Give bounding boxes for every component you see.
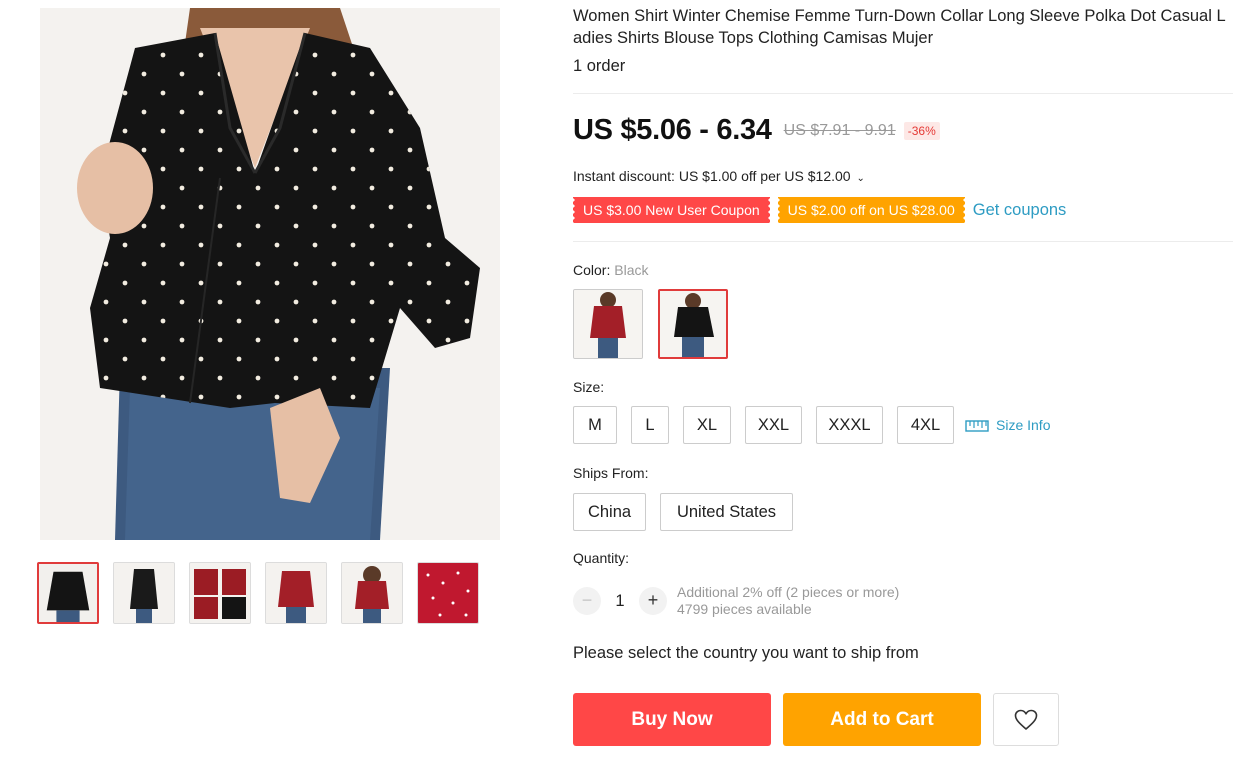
quantity-info: Additional 2% off (2 pieces or more) 479… [677,584,899,618]
buy-now-button[interactable]: Buy Now [573,693,771,746]
ship-from-notice: Please select the country you want to sh… [573,644,919,662]
size-option-l[interactable]: L [631,406,669,444]
quantity-input[interactable]: 1 [601,592,639,611]
color-selected-value: Black [614,262,649,278]
spend-coupon[interactable]: US $2.00 off on US $28.00 [775,197,967,223]
thumbnail-black-front[interactable] [37,562,99,624]
color-option-black[interactable] [658,289,728,359]
thumbnail-red-black-collage[interactable] [189,562,251,624]
color-option-red[interactable] [573,289,643,359]
discount-badge: -36% [903,121,940,140]
size-option-m[interactable]: M [573,406,617,444]
size-option-xl[interactable]: XL [683,406,731,444]
ships-from-label: Ships From: [573,465,649,481]
ships-from-china[interactable]: China [573,493,646,531]
quantity-decrease-button[interactable]: − [573,587,601,615]
get-coupons-link[interactable]: Get coupons [973,201,1067,220]
thumbnail-red-fabric[interactable] [417,562,479,624]
quantity-label: Quantity: [573,550,630,566]
size-option-xxl[interactable]: XXL [745,406,802,444]
instant-discount-text: Instant discount: US $1.00 off per US $1… [573,168,851,184]
price-row: US $5.06 - 6.34 US $7.91 - 9.91 -36% [573,114,940,147]
original-price: US $7.91 - 9.91 [783,121,896,139]
instant-discount[interactable]: Instant discount: US $1.00 off per US $1… [573,168,865,184]
thumbnail-strip [37,562,479,624]
heart-icon [1014,709,1038,730]
divider [573,93,1233,94]
quantity-increase-button[interactable]: + [639,587,667,615]
divider [573,241,1233,242]
color-label: Color: Black [573,262,648,278]
size-option-xxxl[interactable]: XXXL [816,406,883,444]
bulk-discount-note: Additional 2% off (2 pieces or more) [677,584,900,600]
new-user-coupon[interactable]: US $3.00 New User Coupon [571,197,772,223]
wishlist-button[interactable] [993,693,1059,746]
color-options [573,289,728,359]
size-option-4xl[interactable]: 4XL [897,406,954,444]
ships-from-options: China United States [573,493,807,531]
ruler-icon [965,420,989,432]
order-count: 1 order [573,57,626,75]
action-buttons: Buy Now Add to Cart [573,693,1059,746]
current-price: US $5.06 - 6.34 [573,114,772,146]
ships-from-united-states[interactable]: United States [660,493,793,531]
thumbnail-black-side[interactable] [113,562,175,624]
chevron-down-icon[interactable]: ⌄ [856,173,864,184]
thumbnail-red-front[interactable] [265,562,327,624]
quantity-stepper: − 1 + Additional 2% off (2 pieces or mor… [573,584,899,618]
add-to-cart-button[interactable]: Add to Cart [783,693,981,746]
pieces-available: 4799 pieces available [677,601,812,617]
size-info-text: Size Info [996,417,1051,433]
main-product-image[interactable] [40,8,500,540]
size-options: M L XL XXL XXXL 4XL Size Info [573,406,1050,444]
size-info-link[interactable]: Size Info [965,417,1050,433]
size-label: Size: [573,379,605,395]
product-title: Women Shirt Winter Chemise Femme Turn-Do… [573,7,1226,47]
coupon-row: US $3.00 New User Coupon US $2.00 off on… [571,197,1067,223]
color-label-text: Color: [573,262,611,278]
thumbnail-red-back[interactable] [341,562,403,624]
